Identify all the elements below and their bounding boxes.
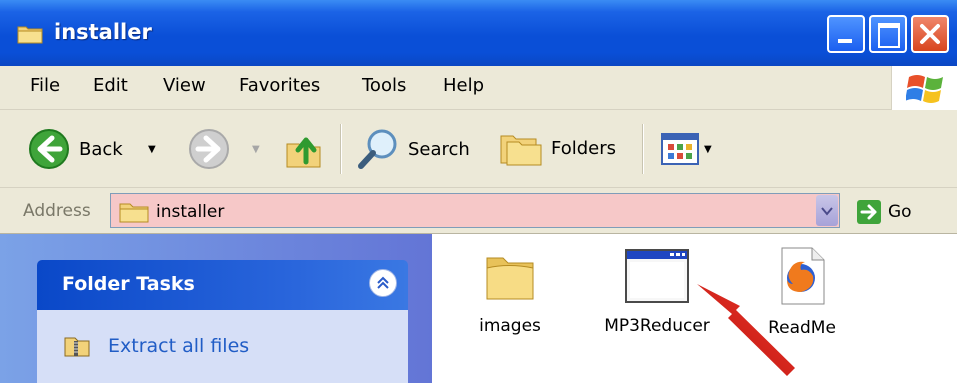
toolbar-separator xyxy=(642,124,644,174)
go-label: Go xyxy=(888,202,912,222)
back-dropdown-icon[interactable]: ▼ xyxy=(148,144,156,155)
back-label: Back xyxy=(79,138,123,160)
address-dropdown-button[interactable] xyxy=(816,195,838,226)
go-arrow-icon xyxy=(857,200,881,224)
title-bar[interactable]: installer xyxy=(0,0,957,66)
minimize-button[interactable] xyxy=(827,15,865,53)
menu-bar: File Edit View Favorites Tools Help xyxy=(0,66,957,110)
up-folder-button[interactable] xyxy=(284,130,324,170)
views-button[interactable]: ▼ xyxy=(660,132,712,166)
back-arrow-icon xyxy=(29,129,69,169)
windows-logo-icon xyxy=(891,66,957,110)
extract-all-files-link[interactable]: Extract all files xyxy=(64,335,249,357)
folder-tasks-title: Folder Tasks xyxy=(62,273,195,295)
folder-tasks-body: Extract all files xyxy=(37,310,408,383)
go-button[interactable]: Go xyxy=(856,199,912,225)
menu-file[interactable]: File xyxy=(30,75,60,96)
close-icon xyxy=(920,24,940,44)
folders-icon xyxy=(500,135,542,166)
menu-favorites[interactable]: Favorites xyxy=(239,75,320,96)
address-input[interactable]: installer xyxy=(110,193,840,228)
extract-all-files-label: Extract all files xyxy=(108,335,250,357)
chevron-up-double-icon xyxy=(377,276,389,289)
folders-button[interactable]: Folders xyxy=(499,128,616,168)
firefox-document-icon xyxy=(781,247,825,305)
zip-folder-icon xyxy=(64,337,90,357)
folders-label: Folders xyxy=(551,137,617,159)
menu-tools[interactable]: Tools xyxy=(362,75,406,96)
address-label: Address xyxy=(23,201,91,221)
views-icon xyxy=(661,133,699,165)
explorer-window: installer File Edit View Favorites Tools… xyxy=(0,0,957,383)
search-icon xyxy=(358,129,397,169)
maximize-button[interactable] xyxy=(869,15,907,53)
forward-button[interactable] xyxy=(188,128,230,170)
search-button[interactable]: Search xyxy=(356,126,470,172)
address-value: installer xyxy=(156,202,225,222)
application-window-icon xyxy=(625,249,689,303)
collapse-button[interactable] xyxy=(369,269,397,297)
folder-tasks-header[interactable]: Folder Tasks xyxy=(37,260,408,310)
folder-tasks-panel: Folder Tasks Extract all files xyxy=(37,260,408,383)
folder-icon xyxy=(119,203,149,223)
close-button[interactable] xyxy=(911,15,949,53)
file-item-readme[interactable]: ReadMe xyxy=(762,246,842,338)
forward-dropdown-icon: ▼ xyxy=(252,144,260,155)
menu-edit[interactable]: Edit xyxy=(93,75,128,96)
search-label: Search xyxy=(408,138,470,160)
file-name: images xyxy=(479,316,541,336)
toolbar-separator xyxy=(340,124,342,174)
window-title: installer xyxy=(54,20,152,44)
forward-arrow-icon xyxy=(189,129,229,169)
file-name: MP3Reducer xyxy=(604,316,710,336)
file-item-images[interactable]: images xyxy=(476,248,544,336)
menu-help[interactable]: Help xyxy=(443,75,484,96)
menu-view[interactable]: View xyxy=(163,75,206,96)
folder-icon xyxy=(17,26,43,44)
toolbar: Back ▼ ▼ Search Folders ▼ xyxy=(0,110,957,188)
folder-icon xyxy=(486,257,534,300)
address-bar: Address installer Go xyxy=(0,188,957,234)
file-item-mp3reducer[interactable]: MP3Reducer xyxy=(594,248,720,336)
file-list: images MP3Reducer ReadMe xyxy=(432,234,957,383)
chevron-down-icon xyxy=(821,206,833,216)
file-name: ReadMe xyxy=(768,318,836,338)
views-dropdown-icon[interactable]: ▼ xyxy=(704,144,712,155)
up-folder-icon xyxy=(286,137,321,168)
back-button[interactable]: Back xyxy=(28,128,123,170)
task-pane: Folder Tasks Extract all files xyxy=(0,234,432,383)
